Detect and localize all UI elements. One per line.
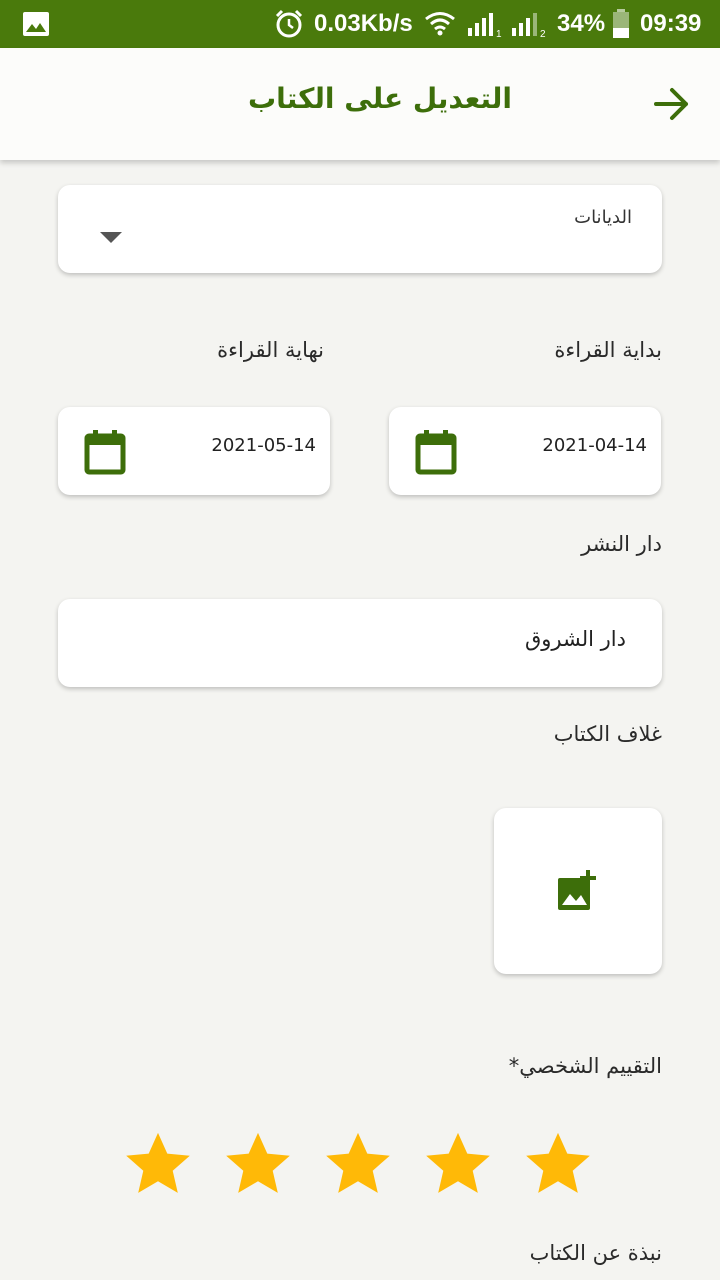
app-bar: التعديل على الكتاب — [0, 48, 720, 160]
star-icon[interactable] — [422, 1130, 498, 1204]
star-icon[interactable] — [222, 1130, 298, 1204]
star-icon[interactable] — [522, 1130, 598, 1204]
star-icon[interactable] — [122, 1130, 198, 1204]
calendar-icon — [415, 429, 457, 479]
sim1-label: 1 — [496, 29, 502, 38]
start-reading-date-picker[interactable]: 2021-04-14 — [389, 407, 661, 495]
end-reading-label: نهاية القراءة — [217, 338, 324, 362]
wifi-icon — [424, 11, 456, 41]
rating-label: التقييم الشخصي* — [508, 1054, 662, 1078]
signal-icon: 2 — [510, 12, 550, 42]
cover-picker[interactable] — [494, 808, 662, 974]
status-bar: 0.03Kb/s 1 2 34% 09:39 — [0, 0, 720, 48]
category-dropdown[interactable]: الديانات — [58, 185, 662, 273]
calendar-icon — [84, 429, 126, 479]
end-reading-date-picker[interactable]: 2021-05-14 — [58, 407, 330, 495]
add-photo-icon — [556, 870, 600, 916]
signal-icon: 1 — [466, 12, 502, 42]
star-icon[interactable] — [322, 1130, 398, 1204]
battery-percent: 34% — [557, 10, 606, 37]
publisher-field[interactable]: دار الشروق — [58, 599, 662, 687]
alarm-icon — [274, 9, 304, 43]
gallery-icon — [22, 11, 50, 41]
category-value: الديانات — [574, 207, 632, 228]
summary-label: نبذة عن الكتاب — [529, 1241, 662, 1265]
clock: 09:39 — [640, 10, 702, 37]
start-reading-value: 2021-04-14 — [542, 435, 647, 456]
net-speed: 0.03Kb/s — [314, 10, 413, 37]
page-title: التعديل على الكتاب — [248, 82, 512, 115]
publisher-value: دار الشروق — [525, 627, 626, 651]
sim2-label: 2 — [540, 29, 546, 38]
arrow-right-icon[interactable] — [650, 84, 694, 124]
start-reading-label: بداية القراءة — [554, 338, 662, 362]
dropdown-arrow-icon — [100, 229, 122, 248]
publisher-label: دار النشر — [581, 532, 662, 556]
rating-stars[interactable] — [120, 1130, 600, 1205]
cover-label: غلاف الكتاب — [553, 722, 662, 746]
end-reading-value: 2021-05-14 — [211, 435, 316, 456]
battery-icon — [612, 9, 630, 43]
